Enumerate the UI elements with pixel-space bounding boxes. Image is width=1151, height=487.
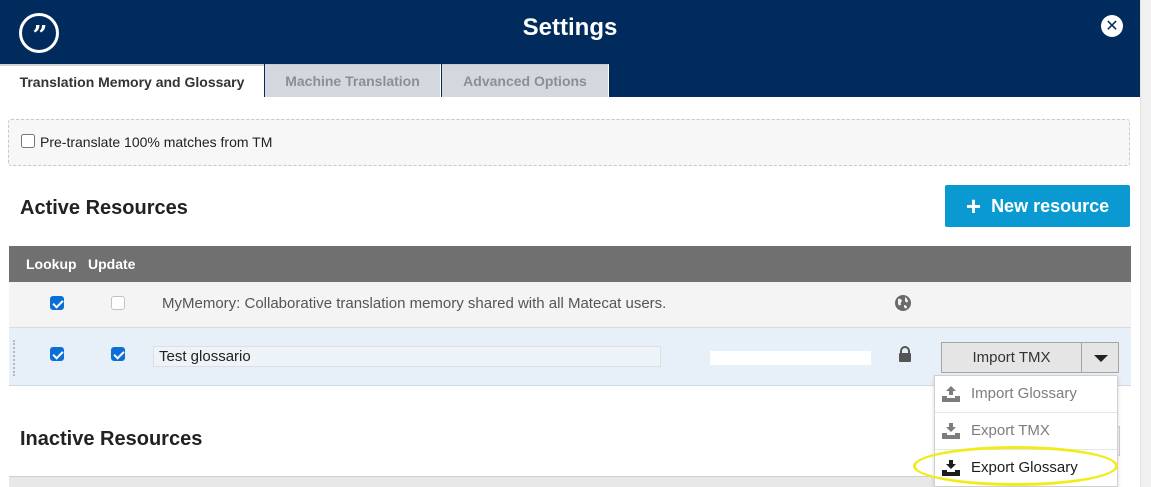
upload-icon xyxy=(942,386,960,402)
pretranslate-checkbox[interactable] xyxy=(21,134,35,148)
menu-item-import-glossary[interactable]: Import Glossary xyxy=(935,376,1117,413)
column-header-lookup: Lookup xyxy=(26,256,77,272)
lookup-checkbox[interactable] xyxy=(50,296,64,310)
resource-name: MyMemory: Collaborative translation memo… xyxy=(162,295,667,312)
lock-icon xyxy=(899,346,911,362)
close-icon[interactable]: ✕ xyxy=(1101,15,1123,37)
globe-icon xyxy=(895,295,911,311)
active-resources-title: Active Resources xyxy=(20,197,188,219)
menu-item-label: Export TMX xyxy=(971,422,1050,439)
plus-icon: + xyxy=(965,191,982,221)
update-checkbox[interactable] xyxy=(111,347,125,361)
menu-item-label: Export Glossary xyxy=(971,459,1078,476)
resource-key-field xyxy=(710,351,871,365)
tab-advanced-options[interactable]: Advanced Options xyxy=(442,64,609,97)
inactive-table-header xyxy=(9,476,934,487)
tab-machine-translation[interactable]: Machine Translation xyxy=(265,64,441,97)
tab-translation-memory-glossary[interactable]: Translation Memory and Glossary xyxy=(0,64,264,97)
new-resource-label: New resource xyxy=(991,196,1110,216)
import-tmx-button[interactable]: Import TMX xyxy=(941,342,1082,373)
menu-item-label: Import Glossary xyxy=(971,385,1077,402)
update-checkbox[interactable] xyxy=(111,296,125,310)
menu-item-export-tmx[interactable]: Export TMX xyxy=(935,413,1117,450)
resource-actions-menu: Import Glossary Export TMX Export Glossa… xyxy=(934,375,1118,487)
download-icon xyxy=(942,460,960,476)
settings-dialog: ” Settings ✕ Translation Memory and Glos… xyxy=(0,0,1151,487)
scrollbar[interactable] xyxy=(1140,0,1151,487)
lookup-checkbox[interactable] xyxy=(50,347,64,361)
resource-name-input[interactable]: Test glossario xyxy=(153,346,661,367)
chevron-down-icon[interactable] xyxy=(1081,342,1119,373)
download-icon xyxy=(942,423,960,439)
inactive-resources-title: Inactive Resources xyxy=(20,428,203,450)
menu-item-export-glossary[interactable]: Export Glossary xyxy=(935,450,1117,487)
dialog-title: Settings xyxy=(522,14,618,41)
pretranslate-box: Pre-translate 100% matches from TM xyxy=(8,119,1130,166)
column-header-update: Update xyxy=(88,256,136,272)
table-row: MyMemory: Collaborative translation memo… xyxy=(9,282,1131,328)
drag-handle-icon[interactable] xyxy=(13,340,16,376)
pretranslate-label: Pre-translate 100% matches from TM xyxy=(40,134,273,150)
new-resource-button[interactable]: + New resource xyxy=(945,185,1130,227)
resources-table-header: Lookup Update xyxy=(9,246,1131,282)
